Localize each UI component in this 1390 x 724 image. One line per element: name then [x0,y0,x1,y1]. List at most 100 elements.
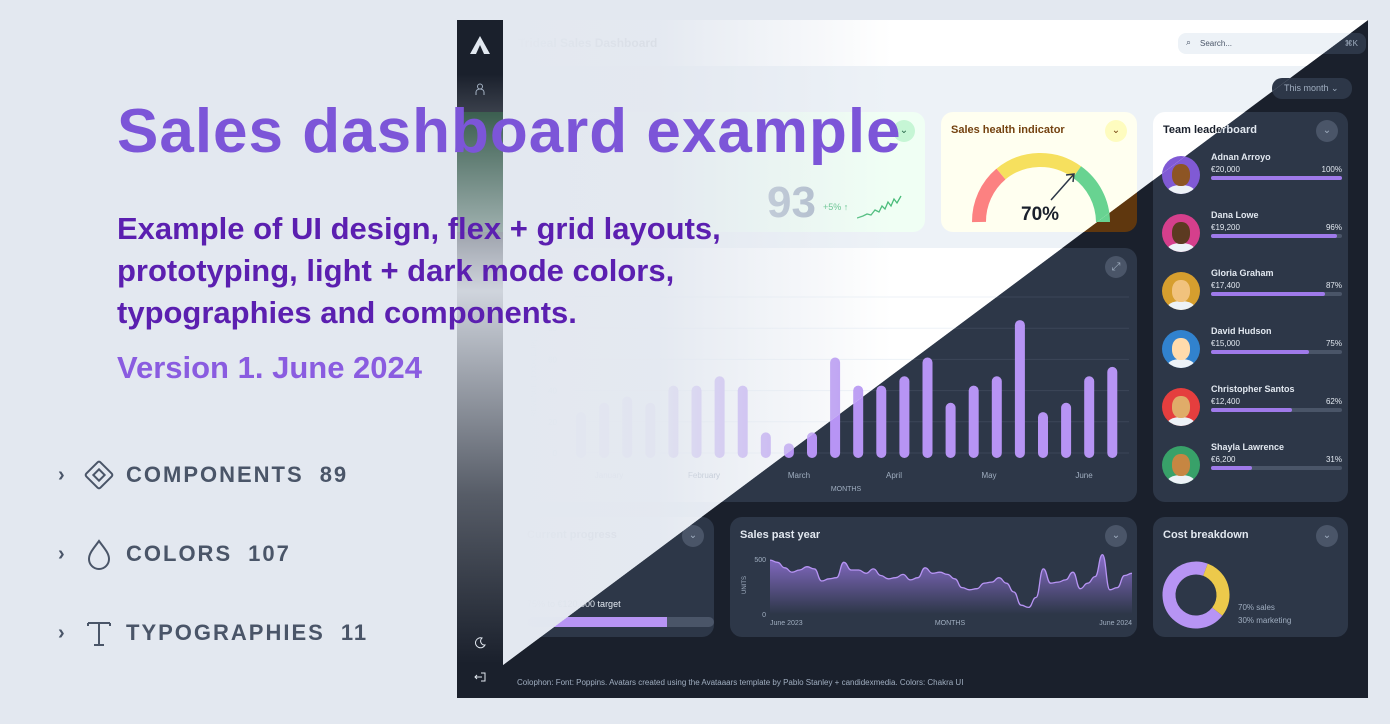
member-name: Gloria Graham [1211,268,1274,278]
leaderboard-row[interactable]: Dana Lowe €19,200 96% [1153,210,1348,264]
list-label: TYPOGRAPHIES [126,620,325,645]
list-item-components[interactable]: › COMPONENTS 89 [58,455,368,495]
member-percent: 62% [1325,397,1342,406]
member-percent: 100% [1321,165,1342,174]
list-item-typographies[interactable]: › TYPOGRAPHIES 11 [58,613,368,653]
search-shortcut: ⌘K [1344,39,1358,48]
x-axis-label: MONTHS [935,620,966,627]
avatar-body [1167,475,1195,484]
x-tick-label: June [1075,471,1093,480]
drop-icon [87,539,111,570]
member-progress [1211,234,1342,238]
member-name: David Hudson [1211,326,1272,336]
member-amount: €20,000 [1211,165,1240,174]
header: Trideal Sales Dashboard ⌕ Search... ⌘K [503,20,1368,66]
member-progress [1211,292,1342,296]
member-amount: €15,000 [1211,339,1240,348]
x-tick-label: May [981,471,996,480]
health-card: Sales health indicator ⌄ 70% [941,112,1137,232]
avatar [1162,272,1200,310]
expand-icon[interactable]: ⤢ [1105,256,1127,278]
avatar-body [1167,417,1195,426]
diamond-icon [84,460,114,490]
member-progress-fill [1211,176,1342,180]
gauge-needle [1050,173,1075,201]
chevron-right-icon: › [58,542,67,565]
member-name: Christopher Santos [1211,384,1295,394]
member-name: Shayla Lawrence [1211,442,1285,452]
avatar-face [1172,222,1190,244]
member-amount: €17,400 [1211,281,1240,290]
progress-title: Current progress [527,529,617,541]
member-progress [1211,408,1342,412]
legend-marketing: 30% marketing [1238,616,1292,625]
type-icon [87,622,111,646]
leaderboard-row[interactable]: Gloria Graham €17,400 87% [1153,268,1348,322]
y-tick-label: 40 [548,387,557,396]
x-tick-label: February [688,471,720,480]
member-percent: 87% [1325,281,1342,290]
avatar [1162,388,1200,426]
avatar [1162,214,1200,252]
member-name: Dana Lowe [1211,210,1259,220]
user-icon[interactable] [474,83,486,95]
x-tick-label: April [886,471,902,480]
app-title: Trideal Sales Dashboard [518,36,658,50]
period-label: This month [1284,83,1329,93]
logout-icon[interactable] [474,671,486,683]
health-value: 70% [1021,204,1060,225]
legend-sales: 70% sales [1238,603,1275,612]
hero-title: Sales dashboard example [117,97,902,166]
logo-icon [470,36,490,54]
member-progress-fill [1211,292,1325,296]
member-progress [1211,466,1342,470]
chevron-right-icon: › [58,621,67,644]
member-progress-fill [1211,234,1337,238]
moon-icon[interactable] [474,637,486,649]
sales-past-year-card: Sales past year ⌄ 0500June 2023June 2024… [730,517,1137,637]
avatar-face [1172,280,1190,302]
leaderboard-row[interactable]: Shayla Lawrence €6,200 31% [1153,442,1348,496]
x-tick-label: March [788,471,810,480]
avatar-body [1167,359,1195,368]
avatar-face [1172,396,1190,418]
avatar-body [1167,185,1195,194]
leaderboard-row[interactable]: Christopher Santos €12,400 62% [1153,384,1348,438]
chevron-down-icon: ⌄ [1331,83,1339,93]
avatar-face [1172,164,1190,186]
list-count: 11 [340,620,369,645]
member-name: Adnan Arroyo [1211,152,1271,162]
x-tick-label: June 2024 [1099,620,1132,627]
hero-version: Version 1. June 2024 [117,350,423,385]
member-percent: 75% [1325,339,1342,348]
y-tick-label: 0 [553,449,558,458]
sales-area-chart: 0 500 June 2023 June 2024 MONTHS UNITS [742,553,1132,627]
cost-breakdown-card: Cost breakdown ⌄ 70% sales 30% marketing [1153,517,1348,637]
avatar-body [1167,243,1195,252]
asset-list: › COMPONENTS 89 › COLORS 107 › TYPOGRAPH… [58,455,368,692]
y-tick-label: 60 [548,355,557,364]
x-axis-label: MONTHS [831,486,862,493]
chevron-down-icon[interactable]: ⌄ [1316,525,1338,547]
gauge-red [971,168,1006,223]
member-progress-fill [1211,466,1252,470]
list-item-colors[interactable]: › COLORS 107 [58,534,368,574]
avatar-face [1172,454,1190,476]
member-amount: €19,200 [1211,223,1240,232]
leaderboard-row[interactable]: David Hudson €15,000 75% [1153,326,1348,380]
leaderboard-card: Team leaderboard ⌄ Adnan Arroyo €20,000 … [1153,112,1348,502]
member-progress-fill [1211,350,1310,354]
cost-donut-chart [1162,561,1230,629]
x-tick-label: June 2023 [770,620,803,627]
avatar [1162,330,1200,368]
x-tick-label: January [595,471,623,480]
chevron-down-icon[interactable]: ⌄ [1316,120,1338,142]
avatar-face [1172,338,1190,360]
colophon: Colophon: Font: Poppins. Avatars created… [517,678,964,687]
avatar-body [1167,301,1195,310]
search-icon: ⌕ [1186,37,1192,47]
leaderboard-row[interactable]: Adnan Arroyo €20,000 100% [1153,152,1348,206]
member-percent: 31% [1325,455,1342,464]
member-amount: €12,400 [1211,397,1240,406]
gauge-yellow [996,152,1082,180]
